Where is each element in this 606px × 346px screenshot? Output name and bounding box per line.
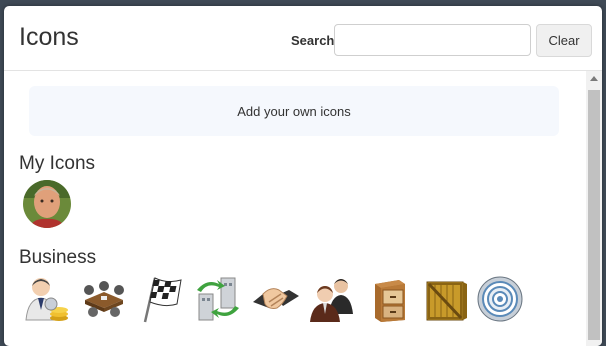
scroll-thumb[interactable] bbox=[588, 90, 600, 340]
businessman-coins-icon[interactable] bbox=[21, 274, 71, 324]
section-title-my-icons: My Icons bbox=[19, 153, 96, 174]
icons-dialog: Icons Search Clear Add your own icons My… bbox=[4, 6, 602, 346]
search-input[interactable] bbox=[334, 24, 531, 56]
dialog-header: Icons Search Clear bbox=[4, 6, 602, 71]
scroll-up-arrow-icon[interactable] bbox=[590, 76, 598, 81]
meeting-table-icon[interactable] bbox=[79, 274, 129, 324]
user-photo-avatar[interactable] bbox=[23, 180, 71, 228]
business-people-icon[interactable] bbox=[307, 274, 357, 324]
checkered-flag-icon[interactable] bbox=[137, 274, 187, 324]
transfer-buildings-icon[interactable] bbox=[193, 274, 243, 324]
section-title-business: Business bbox=[19, 247, 97, 268]
search-label: Search bbox=[291, 33, 335, 48]
handshake-icon[interactable] bbox=[251, 274, 301, 324]
wooden-crate-icon[interactable] bbox=[421, 274, 471, 324]
vertical-scrollbar[interactable] bbox=[586, 71, 602, 346]
clear-button[interactable]: Clear bbox=[536, 24, 592, 57]
target-icon[interactable] bbox=[475, 274, 525, 324]
add-own-icons-label: Add your own icons bbox=[237, 103, 351, 119]
add-own-icons-button[interactable]: Add your own icons bbox=[29, 86, 559, 136]
dialog-title: Icons bbox=[19, 23, 79, 51]
file-cabinet-icon[interactable] bbox=[365, 274, 415, 324]
icon-list: Add your own icons My Icons Business bbox=[4, 71, 586, 346]
